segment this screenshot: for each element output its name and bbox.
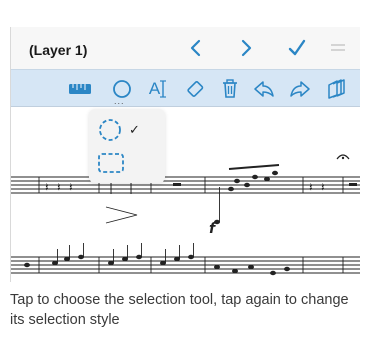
next-icon[interactable] [239,36,253,60]
layer-title: (Layer 1) [29,42,88,58]
text-tool-label: A [148,79,160,98]
redo-icon[interactable] [287,76,313,102]
done-checkmark-icon[interactable] [287,36,307,60]
svg-text:𝄽: 𝄽 [321,180,325,194]
app-window: (Layer 1) ... A 𝄽 𝄽 𝄽 𝄽 𝄽 | | f ✓ [10,27,360,282]
rectangle-select-icon [98,153,124,173]
annotation-toolbar: ... A [11,69,360,107]
svg-text:𝄽: 𝄽 [45,180,49,194]
title-bar: (Layer 1) [11,27,360,69]
more-options-indicator: ... [114,96,125,106]
eraser-icon[interactable] [183,76,209,102]
previous-icon[interactable] [189,36,203,60]
svg-text:𝄽: 𝄽 [69,180,73,194]
ruler-icon[interactable] [67,76,93,102]
trash-icon[interactable] [217,76,243,102]
circle-lasso-option[interactable]: ✓ [97,117,140,143]
menu-icon[interactable] [329,36,347,60]
undo-icon[interactable] [251,76,277,102]
svg-text:𝄽: 𝄽 [309,180,313,194]
text-tool[interactable]: A [145,76,171,102]
rectangle-select-option[interactable] [97,151,125,175]
sheet-music-score[interactable]: 𝄽 𝄽 𝄽 𝄽 𝄽 | | f [11,107,360,282]
selection-style-popup: ✓ [89,109,165,183]
help-caption: Tap to choose the selection tool, tap ag… [10,292,349,328]
circle-lasso-icon [99,119,121,141]
svg-text:𝄽: 𝄽 [57,180,61,194]
text-cursor-icon [160,80,167,98]
layers-icon[interactable] [323,76,349,102]
selected-checkmark: ✓ [129,122,140,137]
